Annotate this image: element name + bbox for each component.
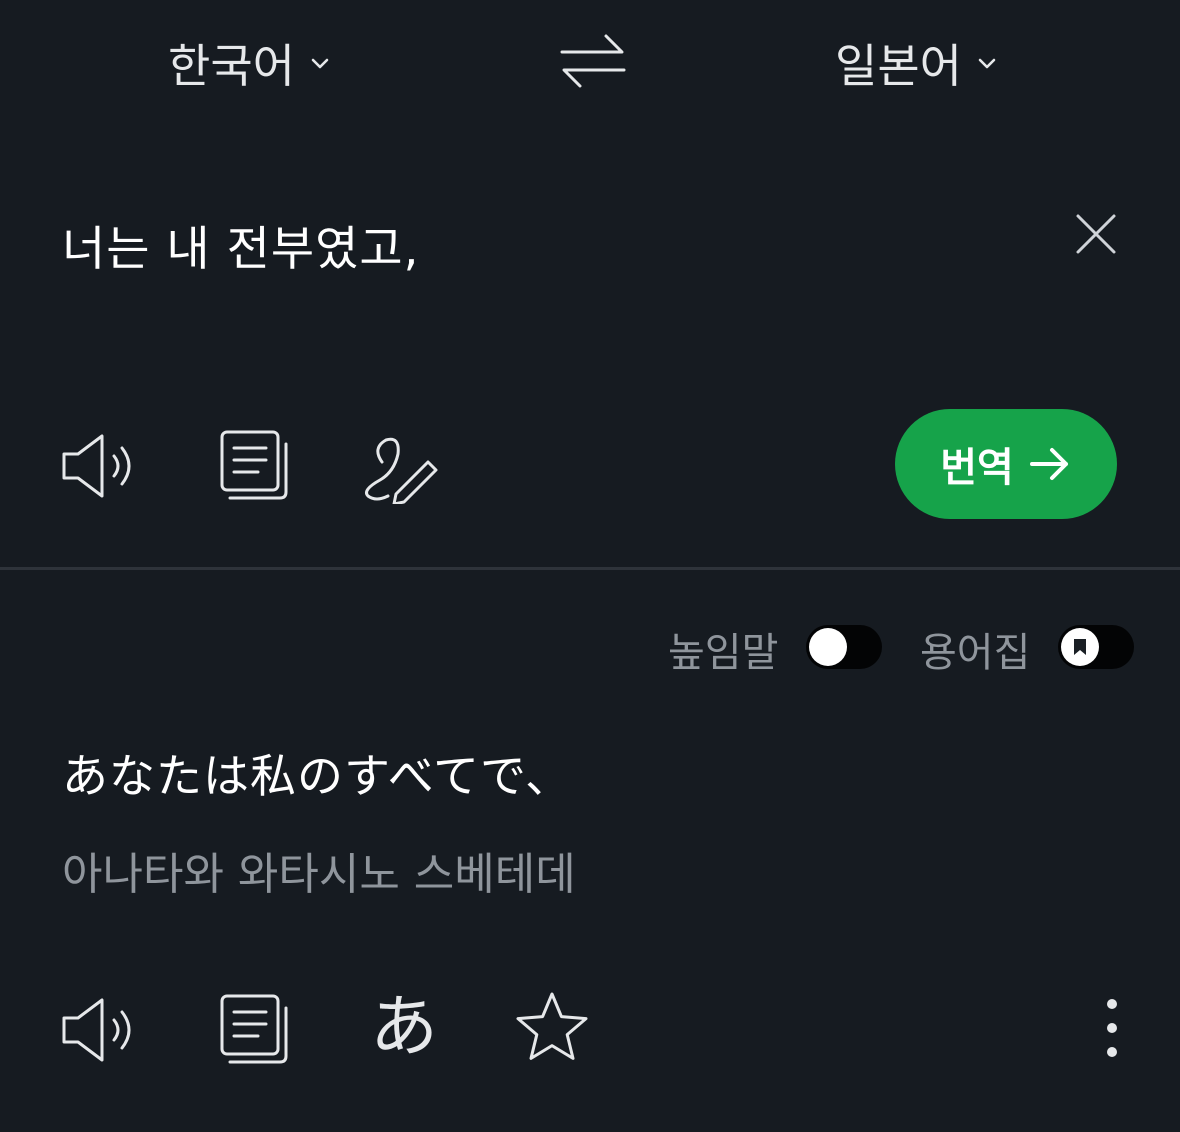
honorific-toggle[interactable] — [806, 625, 882, 669]
chevron-down-icon — [311, 58, 329, 69]
glossary-label: 용어집 — [920, 630, 1031, 676]
copy-icon[interactable] — [218, 428, 290, 504]
pronunciation-text: 아나타와 와타시노 스베테데 — [62, 849, 576, 900]
close-icon[interactable] — [1072, 210, 1120, 258]
target-language-selector[interactable]: 일본어 — [835, 28, 998, 98]
copy-icon[interactable] — [218, 992, 290, 1068]
language-bar: 한국어 일본어 — [0, 0, 1180, 125]
more-vertical-icon[interactable] — [1098, 994, 1126, 1064]
kana-reading-button[interactable]: あ — [364, 984, 444, 1072]
speaker-icon[interactable] — [58, 430, 140, 502]
swap-arrows-icon[interactable] — [556, 30, 630, 92]
target-language-label: 일본어 — [835, 39, 962, 93]
speaker-icon[interactable] — [58, 994, 140, 1066]
source-language-selector[interactable]: 한국어 — [168, 28, 331, 98]
arrow-right-icon — [1029, 448, 1068, 480]
star-icon[interactable] — [512, 988, 592, 1066]
honorific-label: 높임말 — [668, 630, 779, 676]
toggle-knob — [1061, 628, 1099, 666]
section-divider — [0, 567, 1180, 570]
glossary-toggle[interactable] — [1058, 625, 1134, 669]
translate-button-label: 번역 — [940, 445, 1014, 491]
translated-text: あなたは私のすべてで、 — [62, 749, 573, 803]
translate-button[interactable]: 번역 — [895, 409, 1117, 519]
toggle-knob — [809, 628, 847, 666]
bookmark-icon — [1074, 639, 1086, 655]
source-text-input[interactable]: 너는 내 전부였고, — [62, 210, 420, 279]
handwriting-icon[interactable] — [358, 428, 440, 504]
chevron-down-icon — [978, 58, 996, 69]
source-language-label: 한국어 — [168, 39, 295, 93]
